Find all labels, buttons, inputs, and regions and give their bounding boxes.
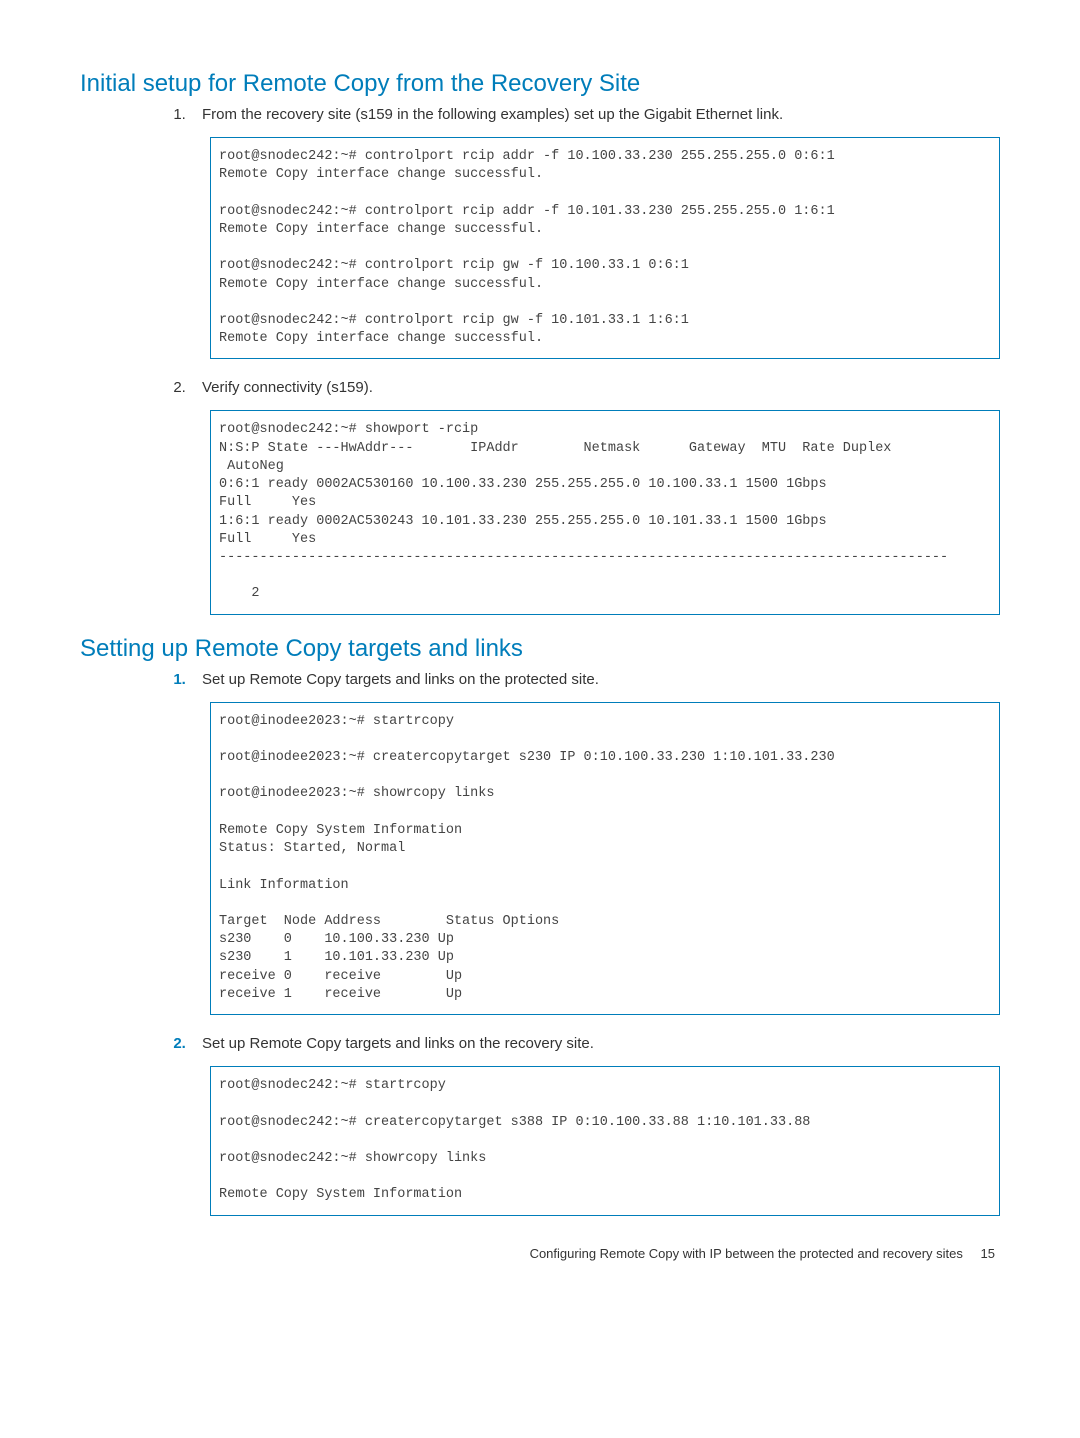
section1-heading: Initial setup for Remote Copy from the R… — [80, 70, 1000, 98]
section2-code1: root@inodee2023:~# startrcopy root@inode… — [210, 702, 1000, 1016]
page-number: 15 — [981, 1246, 995, 1261]
section1-step2: Verify connectivity (s159). — [190, 379, 1000, 396]
section2-step1: Set up Remote Copy targets and links on … — [190, 671, 1000, 688]
section1-code1: root@snodec242:~# controlport rcip addr … — [210, 137, 1000, 359]
section2-heading: Setting up Remote Copy targets and links — [80, 635, 1000, 663]
section1-code2: root@snodec242:~# showport -rcip N:S:P S… — [210, 410, 1000, 614]
section2-code2: root@snodec242:~# startrcopy root@snodec… — [210, 1066, 1000, 1216]
footer-text: Configuring Remote Copy with IP between … — [530, 1246, 963, 1261]
section2-step2: Set up Remote Copy targets and links on … — [190, 1035, 1000, 1052]
section1-step1: From the recovery site (s159 in the foll… — [190, 106, 1000, 123]
page-footer: Configuring Remote Copy with IP between … — [80, 1246, 1000, 1261]
